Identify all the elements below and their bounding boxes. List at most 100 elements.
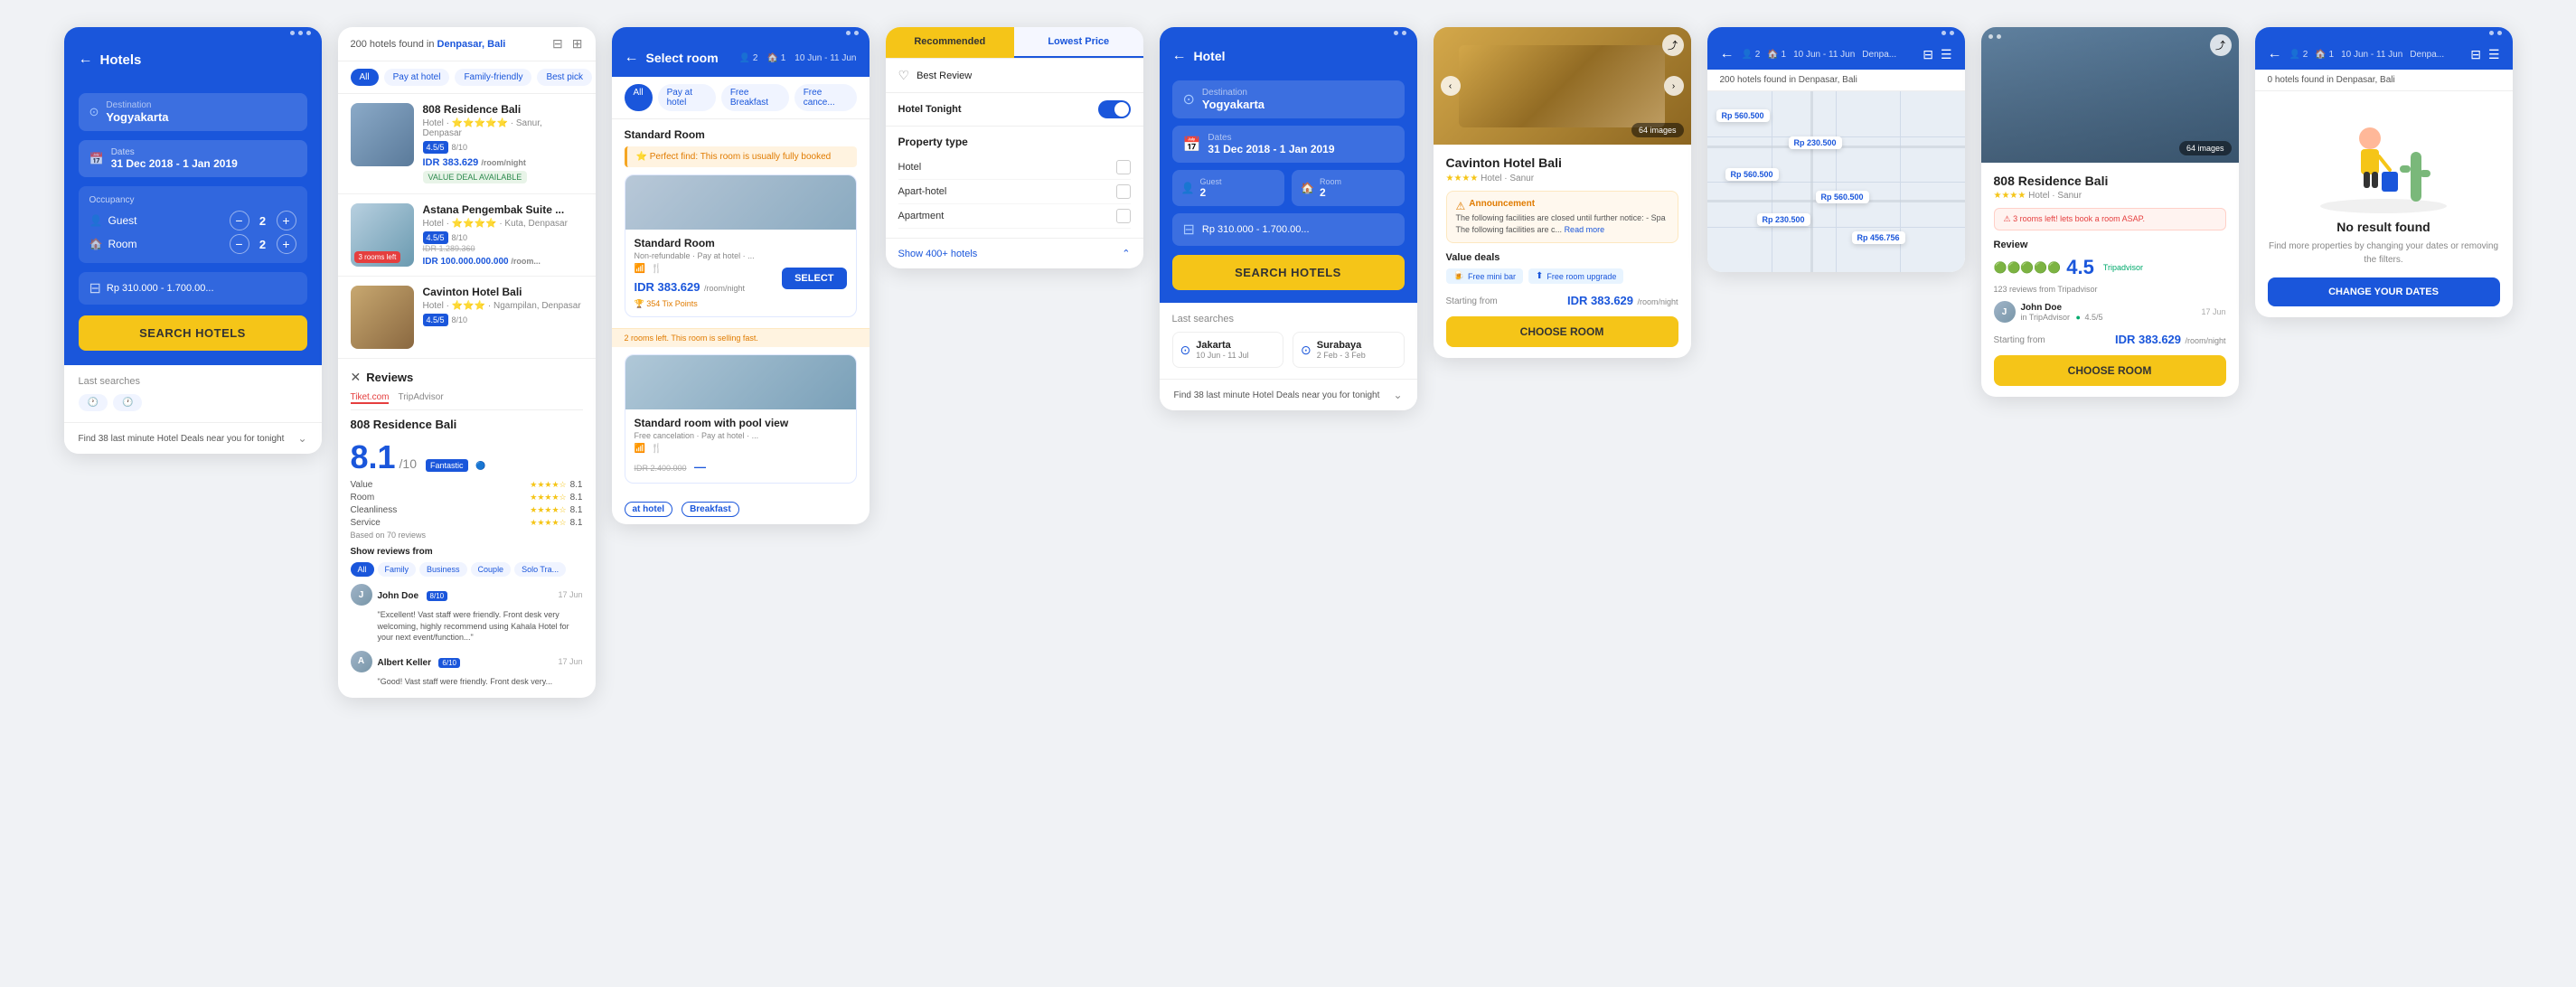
room-tab-all[interactable]: All [625, 84, 653, 111]
filter-tab-all[interactable]: All [351, 69, 379, 86]
review-source-trip[interactable]: TripAdvisor [398, 392, 443, 404]
nav-arrow-left[interactable]: ‹ [1441, 76, 1461, 96]
header-dates9: 10 Jun - 11 Jun [2341, 50, 2402, 60]
room-tab-pay[interactable]: Pay at hotel [658, 84, 716, 111]
property-apartment-checkbox[interactable] [1116, 209, 1131, 223]
property-apart-checkbox[interactable] [1116, 184, 1131, 199]
map-price-3[interactable]: Rp 560.500 [1725, 168, 1779, 181]
nav-arrow-right[interactable]: › [1664, 76, 1684, 96]
hotel-name: 808 Residence Bali [423, 103, 583, 116]
search-result-jakarta[interactable]: ⊙ Jakarta 10 Jun - 11 Jul [1172, 332, 1284, 368]
room-tab-breakfast[interactable]: Free Breakfast [721, 84, 789, 111]
reviewer-date2: 17 Jun [558, 657, 582, 666]
hotel-list-item[interactable]: 808 Residence Bali Hotel · ⭐⭐⭐⭐⭐ · Sanur… [338, 94, 596, 194]
filter-icon7[interactable]: ⊟ [1923, 47, 1933, 62]
x-icon[interactable]: ✕ [351, 370, 362, 385]
property-type-apart[interactable]: Apart-hotel [898, 180, 1131, 204]
search-chip2[interactable]: 🕐 [113, 394, 142, 411]
back-arrow-icon5[interactable]: ← [1172, 48, 1187, 64]
sort-tab-recommended[interactable]: Recommended [886, 27, 1015, 58]
hotel-search2-title: Hotel [1194, 49, 1226, 63]
review-text1: "Excellent! Vast staff were friendly. Fr… [378, 609, 583, 644]
grid-icon[interactable]: ⊞ [572, 36, 583, 52]
review-tab-couple[interactable]: Couple [471, 562, 512, 577]
room-label: Room [108, 238, 136, 250]
list-icon9[interactable]: ☰ [2488, 47, 2500, 62]
hotel-meta2: Hotel · ⭐⭐⭐⭐ · Kuta, Denpasar [423, 219, 583, 229]
hotel-list-item2[interactable]: 3 rooms left Astana Pengembak Suite ... … [338, 194, 596, 277]
room-card1[interactable]: Standard Room Non-refundable · Pay at ho… [625, 174, 857, 317]
heart-icon: ♡ [898, 68, 910, 83]
hotel-detail-meta: ★★★★ Hotel · Sanur [1446, 174, 1678, 183]
filter-icon5: ⊟ [1183, 221, 1195, 239]
map-price-1[interactable]: Rp 560.500 [1716, 109, 1770, 122]
find-deals-text5: Find 38 last minute Hotel Deals near you… [1174, 390, 1380, 400]
hotel-tonight-row[interactable]: Hotel Tonight [886, 93, 1143, 127]
guest-increment-btn[interactable]: + [277, 211, 296, 230]
best-review-option[interactable]: ♡ Best Review [886, 59, 1143, 93]
property-hotel-checkbox[interactable] [1116, 160, 1131, 174]
img-count-badge8: 64 images [2179, 141, 2232, 155]
hotel-tonight-toggle-switch[interactable] [1098, 100, 1131, 118]
back-arrow-icon3[interactable]: ← [625, 50, 639, 66]
filter-tab-family[interactable]: Family-friendly [455, 69, 531, 86]
select-room-btn[interactable]: SELECT [782, 268, 846, 289]
map-price-4[interactable]: Rp 560.500 [1816, 191, 1869, 203]
read-more-link[interactable]: Read more [1565, 225, 1605, 234]
find-deals-bar5[interactable]: Find 38 last minute Hotel Deals near you… [1160, 379, 1417, 410]
room-tab-cancel[interactable]: Free cance... [794, 84, 857, 111]
review-tab-solo[interactable]: Solo Tra... [514, 562, 566, 577]
search-hotels-btn5[interactable]: SEARCH HOTELS [1172, 255, 1405, 290]
dates-input[interactable]: 📅 Dates 31 Dec 2018 - 1 Jan 2019 [79, 140, 307, 177]
destination-value[interactable]: Yogyakarta [106, 110, 168, 124]
hotel-list-item3[interactable]: Cavinton Hotel Bali Hotel · ⭐⭐⭐ · Ngampi… [338, 277, 596, 359]
dates-label: Dates [111, 147, 238, 157]
announcement-box: ⚠ Announcement The following facilities … [1446, 191, 1678, 243]
review-fantastic: Fantastic 🔵 [426, 456, 485, 473]
back-arrow-icon9[interactable]: ← [2268, 46, 2282, 62]
map-price-5[interactable]: Rp 230.500 [1757, 213, 1810, 226]
occupancy-title: Occupancy [89, 195, 296, 205]
hotels-count9: 0 hotels found in Denpasar, Bali [2268, 75, 2395, 85]
choose-room-btn8[interactable]: CHOOSE ROOM [1994, 355, 2226, 386]
filter-row[interactable]: ⊟ Rp 310.000 - 1.700.00... [79, 272, 307, 305]
last-searches-title: Last searches [79, 376, 307, 387]
sort-tab-lowest[interactable]: Lowest Price [1014, 27, 1143, 58]
reviewer-badge2: 6/10 [438, 658, 460, 668]
back-arrow-icon[interactable]: ← [79, 52, 93, 68]
review-tab-all[interactable]: All [351, 562, 374, 577]
page-title: Hotels [100, 52, 142, 68]
value-deals-title: Value deals [1446, 252, 1678, 263]
search-result-surabaya[interactable]: ⊙ Surabaya 2 Feb - 3 Feb [1293, 332, 1405, 368]
review-source-tiket[interactable]: Tiket.com [351, 392, 390, 404]
change-dates-btn[interactable]: CHANGE YOUR DATES [2268, 277, 2500, 306]
room-increment-btn[interactable]: + [277, 234, 296, 254]
room-price-per1: /room/night [704, 284, 745, 293]
share-icon6[interactable]: ⤴ [1662, 34, 1684, 56]
filter-icon9[interactable]: ⊟ [2470, 47, 2481, 62]
room-decrement-btn[interactable]: − [230, 234, 249, 254]
filter-icon2[interactable]: ⊟ [552, 36, 563, 52]
guest-decrement-btn[interactable]: − [230, 211, 249, 230]
filter-tab-best[interactable]: Best pick [537, 69, 592, 86]
choose-room-btn6[interactable]: CHOOSE ROOM [1446, 316, 1678, 347]
room-card2[interactable]: Standard room with pool view Free cancel… [625, 354, 857, 484]
review-tab-business[interactable]: Business [419, 562, 467, 577]
search-chip[interactable]: 🕐 [79, 394, 108, 411]
map-price-2[interactable]: Rp 230.500 [1789, 136, 1842, 149]
review-tab-family[interactable]: Family [378, 562, 417, 577]
property-type-hotel[interactable]: Hotel [898, 155, 1131, 180]
list-icon7[interactable]: ☰ [1941, 47, 1952, 62]
filter-tab-pay[interactable]: Pay at hotel [384, 69, 450, 86]
starting-price8: IDR 383.629 [2115, 333, 2181, 346]
share-icon8[interactable]: ⤴ [2210, 34, 2232, 56]
back-arrow-icon7[interactable]: ← [1720, 46, 1735, 62]
search-hotels-btn[interactable]: SEARCH HOTELS [79, 315, 307, 351]
map-price-6[interactable]: Rp 456.756 [1852, 231, 1905, 244]
property-type-apartment[interactable]: Apartment [898, 204, 1131, 229]
hotel-tonight-label: Hotel Tonight [898, 104, 962, 115]
show-hotels-btn[interactable]: Show 400+ hotels ⌃ [886, 238, 1143, 268]
destination-value5[interactable]: Yogyakarta [1202, 98, 1264, 111]
find-deals-bar[interactable]: Find 38 last minute Hotel Deals near you… [64, 422, 322, 454]
map-view[interactable]: Rp 560.500 Rp 230.500 Rp 560.500 Rp 560.… [1707, 91, 1965, 272]
